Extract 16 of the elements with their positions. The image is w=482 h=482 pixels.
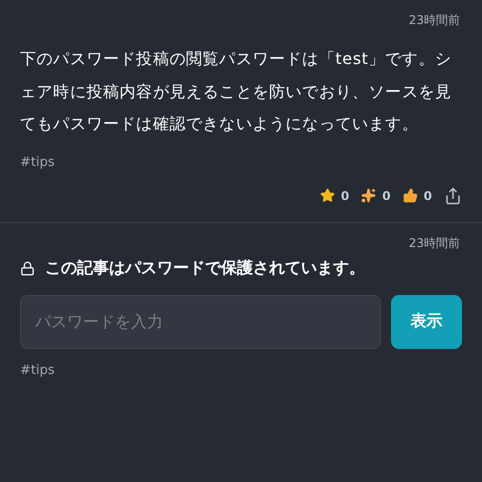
star-icon[interactable] <box>320 188 335 203</box>
post-body: 下のパスワード投稿の閲覧パスワードは「test」です。シェア時に投稿内容が見えることを防いでおり、ソースを見てもパスワードは確認できないようになっています。 <box>20 48 453 135</box>
password-field[interactable]: パスワードを入力 <box>20 294 381 348</box>
protected-notice: この記事はパスワードで保護されています。 <box>45 258 365 278</box>
reaction-count: 0 <box>340 188 350 202</box>
show-button[interactable]: 表示 <box>391 294 462 348</box>
reaction-count: 0 <box>424 188 432 202</box>
share-button[interactable] <box>444 186 462 204</box>
hashtag-link[interactable]: #tips <box>20 154 55 170</box>
post-time: 23時間前 <box>408 234 460 252</box>
hashtag-link[interactable]: #tips <box>20 362 55 378</box>
lock-icon <box>20 260 35 276</box>
thumbs-up-icon[interactable] <box>402 188 418 203</box>
post-time: 23時間前 <box>408 12 460 29</box>
sparkles-icon[interactable] <box>361 188 376 203</box>
reaction-count: 0 <box>382 188 391 202</box>
